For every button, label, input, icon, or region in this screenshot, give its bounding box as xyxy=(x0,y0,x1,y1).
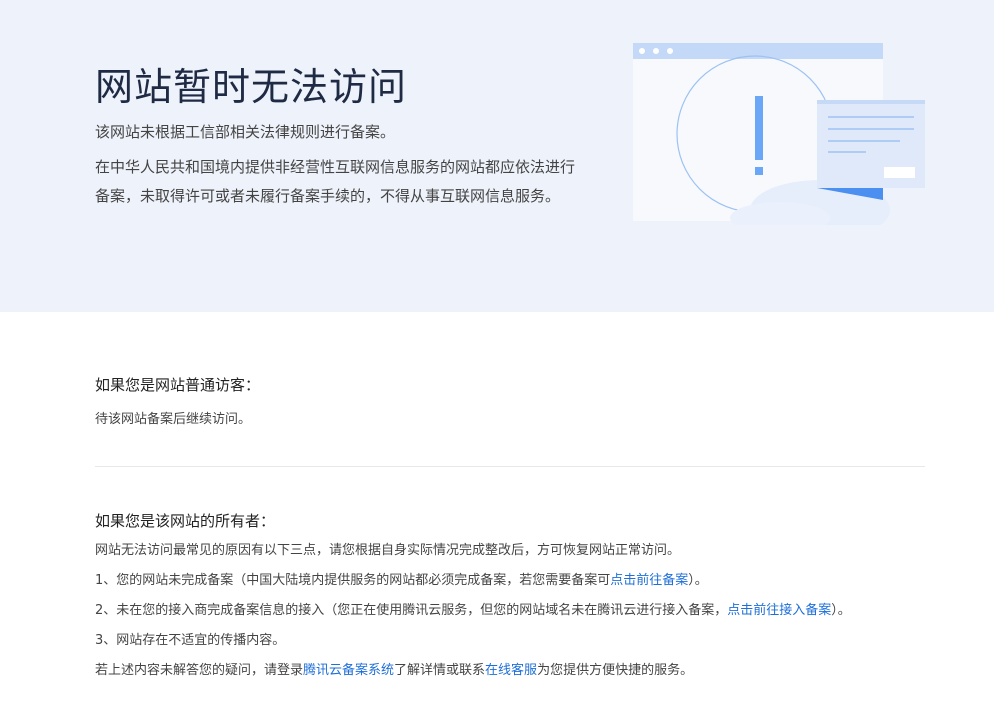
section-divider xyxy=(95,466,925,467)
page-title: 网站暂时无法访问 xyxy=(95,65,408,109)
exclamation-icon xyxy=(755,96,763,160)
go-to-filing-link[interactable]: 点击前往备案 xyxy=(610,573,688,588)
owner-instructions: 网站无法访问最常见的原因有以下三点，请您根据自身实际情况完成整改后，方可恢复网站… xyxy=(95,541,851,691)
list-item: 1、您的网站未完成备案（中国大陆境内提供服务的网站都必须完成备案，若您需要备案可… xyxy=(95,573,708,588)
list-item: 3、网站存在不适宜的传播内容。 xyxy=(95,633,286,648)
owner-footer: 若上述内容未解答您的疑问，请登录腾讯云备案系统了解详情或联系在线客服为您提供方便… xyxy=(95,663,694,678)
visitor-section-text: 待该网站备案后继续访问。 xyxy=(95,412,252,427)
hero-banner: 网站暂时无法访问 该网站未根据工信部相关法律规则进行备案。 在中华人民共和国境内… xyxy=(0,0,994,312)
page-subtitle: 该网站未根据工信部相关法律规则进行备案。 xyxy=(95,123,396,141)
warning-illustration xyxy=(633,43,925,225)
go-to-access-filing-link[interactable]: 点击前往接入备案 xyxy=(727,603,831,618)
owner-intro: 网站无法访问最常见的原因有以下三点，请您根据自身实际情况完成整改后，方可恢复网站… xyxy=(95,543,681,558)
page-description: 在中华人民共和国境内提供非经营性互联网信息服务的网站都应依法进行备案，未取得许可… xyxy=(95,158,576,205)
online-support-link[interactable]: 在线客服 xyxy=(485,663,537,678)
filing-system-link[interactable]: 腾讯云备案系统 xyxy=(303,663,394,678)
list-item: 2、未在您的接入商完成备案信息的接入（您正在使用腾讯云服务，但您的网站域名未在腾… xyxy=(95,603,851,618)
owner-section-title: 如果您是该网站的所有者： xyxy=(95,512,276,530)
visitor-section-title: 如果您是网站普通访客： xyxy=(95,376,261,394)
